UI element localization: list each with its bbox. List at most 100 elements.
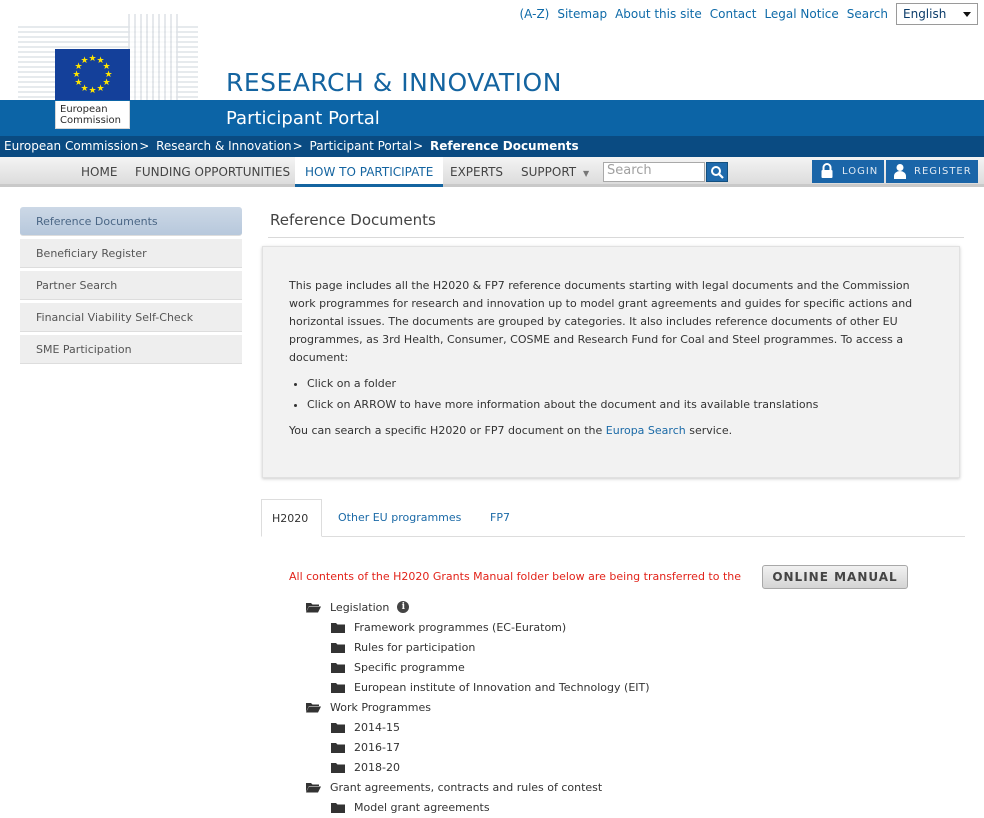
login-label: LOGIN — [842, 166, 879, 177]
login-button[interactable]: LOGIN — [812, 160, 884, 183]
tree-label: Legislation — [330, 600, 390, 614]
nav-how-to-participate[interactable]: HOW TO PARTICIPATE — [295, 157, 444, 187]
heading-divider — [268, 237, 964, 238]
caret-down-icon: ▼ — [582, 169, 590, 178]
search-hint: You can search a specific H2020 or FP7 d… — [289, 422, 933, 440]
breadcrumb-item-ri[interactable]: Research & Innovation — [156, 139, 292, 153]
search-button[interactable] — [706, 162, 728, 182]
eu-flag-icon[interactable]: ★ ★ ★ ★ ★ ★ ★ ★ ★ ★ ★ ★ — [55, 49, 130, 101]
folder-icon — [331, 643, 345, 653]
tree-folder-model-grant[interactable]: Model grant agreements — [331, 797, 490, 817]
tree-label: Model grant agreements — [354, 800, 490, 814]
nav-support[interactable]: SUPPORT ▼ — [521, 157, 589, 187]
sitemap-link[interactable]: Sitemap — [557, 7, 607, 21]
breadcrumb-item-portal[interactable]: Participant Portal — [310, 139, 413, 153]
nav-support-label: SUPPORT — [521, 165, 577, 179]
tree-folder-rules[interactable]: Rules for participation — [331, 637, 475, 657]
breadcrumb-separator: > — [292, 139, 303, 153]
tree-folder-eit[interactable]: European institute of Innovation and Tec… — [331, 677, 650, 697]
tree-label: Work Programmes — [330, 700, 431, 714]
legal-notice-link[interactable]: Legal Notice — [764, 7, 838, 21]
sidebar-item-reference-documents[interactable]: Reference Documents — [20, 207, 242, 236]
tree-label: 2018-20 — [354, 760, 400, 774]
folder-icon — [331, 683, 345, 693]
search-input[interactable]: Search — [603, 162, 705, 182]
tree-folder-specific[interactable]: Specific programme — [331, 657, 465, 677]
intro-box: This page includes all the H2020 & FP7 r… — [262, 246, 960, 478]
tree-label: Rules for participation — [354, 640, 476, 654]
language-select[interactable]: English — [896, 3, 978, 25]
ec-label-line1: European — [60, 104, 108, 115]
search-icon — [711, 166, 724, 179]
intro-text: This page includes all the H2020 & FP7 r… — [289, 279, 913, 364]
online-manual-button[interactable]: ONLINE MANUAL — [762, 565, 908, 589]
site-title[interactable]: RESEARCH & INNOVATION — [226, 68, 562, 97]
search-placeholder: Search — [607, 163, 652, 178]
tree-label: Grant agreements, contracts and rules of… — [330, 780, 603, 794]
folder-open-icon — [306, 783, 321, 793]
svg-text:★: ★ — [96, 84, 104, 94]
sidebar-item-partner-search[interactable]: Partner Search — [20, 271, 242, 300]
tab-fp7[interactable]: FP7 — [480, 499, 520, 537]
register-button[interactable]: REGISTER — [886, 160, 978, 183]
instruction-item: Click on a folder — [307, 375, 933, 393]
instruction-list: Click on a folder Click on ARROW to have… — [307, 375, 933, 414]
tree-folder-2014-15[interactable]: 2014-15 — [331, 717, 400, 737]
lock-icon — [821, 163, 833, 178]
breadcrumb-item-ec[interactable]: European Commission — [4, 139, 138, 153]
folder-icon — [331, 763, 345, 773]
contact-link[interactable]: Contact — [710, 7, 757, 21]
svg-text:★: ★ — [88, 86, 96, 96]
transfer-notice: All contents of the H2020 Grants Manual … — [289, 570, 742, 583]
folder-icon — [331, 723, 345, 733]
search-hint-prefix: You can search a specific H2020 or FP7 d… — [289, 424, 606, 437]
chevron-down-icon — [963, 11, 971, 17]
breadcrumb-current: Reference Documents — [429, 139, 579, 153]
portal-banner: Participant Portal — [0, 100, 984, 136]
breadcrumb-separator: > — [413, 139, 424, 153]
folder-icon — [331, 803, 345, 813]
tree-folder-work-programmes[interactable]: Work Programmes — [306, 697, 431, 717]
az-link[interactable]: (A-Z) — [520, 7, 550, 21]
folder-open-icon — [306, 703, 321, 713]
tree-label: Framework programmes (EC-Euratom) — [354, 620, 567, 634]
language-value: English — [903, 7, 947, 21]
user-icon — [894, 164, 906, 179]
search-hint-suffix: service. — [685, 424, 733, 437]
main-nav: HOME FUNDING OPPORTUNITIES HOW TO PARTIC… — [0, 157, 984, 187]
tab-h2020[interactable]: H2020 — [261, 499, 322, 537]
info-icon[interactable]: i — [397, 601, 410, 613]
breadcrumb: European Commission > Research & Innovati… — [0, 136, 984, 157]
nav-experts[interactable]: EXPERTS — [450, 157, 503, 187]
sidebar-item-financial-viability[interactable]: Financial Viability Self-Check — [20, 303, 242, 332]
page-title: Reference Documents — [270, 211, 436, 229]
sidebar-item-beneficiary-register[interactable]: Beneficiary Register — [20, 239, 242, 268]
folder-icon — [331, 743, 345, 753]
sidebar-item-sme-participation[interactable]: SME Participation — [20, 335, 242, 364]
ec-logo-label: European Commission — [55, 101, 130, 129]
tree-label: 2016-17 — [354, 740, 400, 754]
sidebar-nav: Reference Documents Beneficiary Register… — [20, 207, 242, 367]
tree-folder-framework[interactable]: Framework programmes (EC-Euratom) — [331, 617, 566, 637]
europa-search-link[interactable]: Europa Search — [606, 424, 686, 437]
programme-tabs: H2020 Other EU programmes FP7 — [261, 499, 965, 537]
tree-label: Specific programme — [354, 660, 465, 674]
folder-icon — [331, 663, 345, 673]
search-link[interactable]: Search — [847, 7, 888, 21]
svg-text:★: ★ — [80, 56, 88, 66]
portal-title[interactable]: Participant Portal — [226, 108, 380, 129]
about-link[interactable]: About this site — [615, 7, 702, 21]
tab-other-eu-programmes[interactable]: Other EU programmes — [328, 499, 471, 537]
folder-open-icon — [306, 603, 321, 613]
tree-label: European institute of Innovation and Tec… — [354, 680, 650, 694]
tree-folder-2016-17[interactable]: 2016-17 — [331, 737, 400, 757]
tree-label: 2014-15 — [354, 720, 400, 734]
nav-home[interactable]: HOME — [81, 157, 117, 187]
instruction-item: Click on ARROW to have more information … — [307, 396, 933, 414]
ec-label-line2: Commission — [60, 115, 122, 126]
nav-funding-opportunities[interactable]: FUNDING OPPORTUNITIES — [135, 157, 290, 187]
building-columns — [128, 14, 178, 100]
tree-folder-grant-agreements[interactable]: Grant agreements, contracts and rules of… — [306, 777, 602, 797]
tree-folder-legislation[interactable]: Legislation i — [306, 597, 410, 617]
tree-folder-2018-20[interactable]: 2018-20 — [331, 757, 400, 777]
